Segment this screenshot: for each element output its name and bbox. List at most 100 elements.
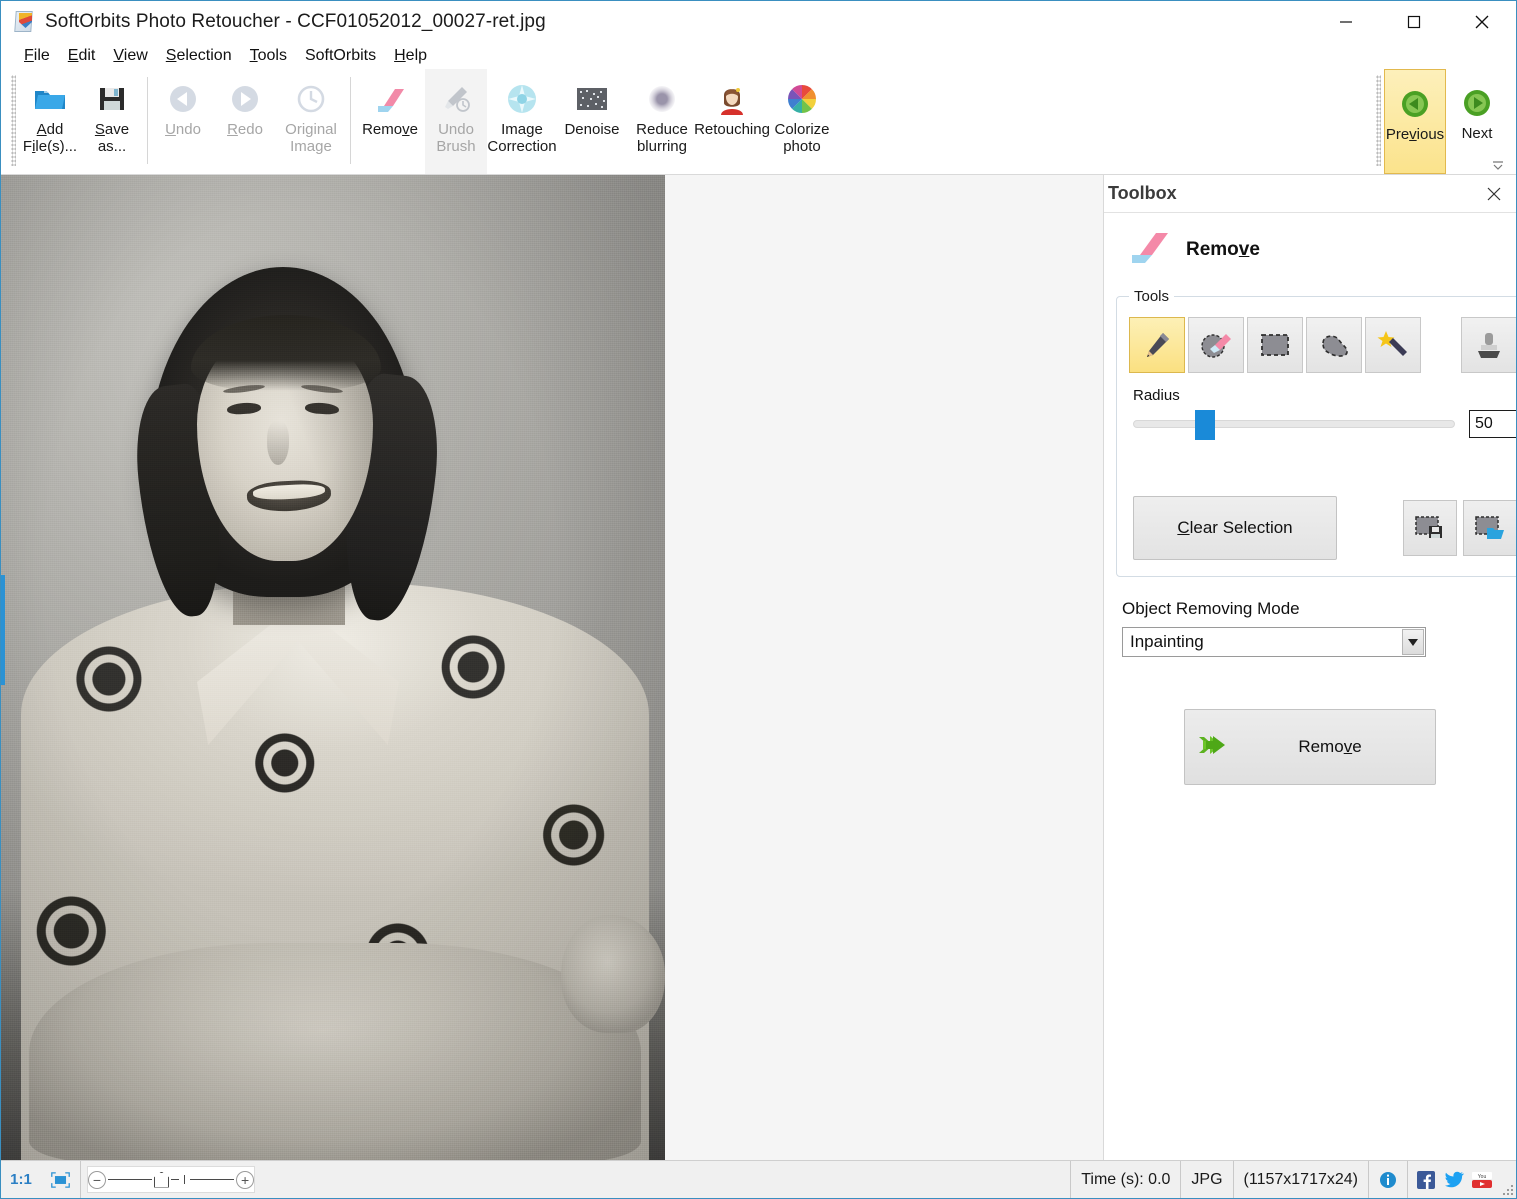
toolbar-label-redo: Redo <box>227 121 263 138</box>
zoom-track-mid <box>171 1179 180 1180</box>
close-button[interactable] <box>1448 1 1516 43</box>
toolbox-header: Toolbox <box>1104 175 1516 213</box>
zoom-tick <box>184 1175 186 1184</box>
minus-icon[interactable]: − <box>88 1170 106 1189</box>
zoom-ratio-button[interactable]: 1:1 <box>1 1161 41 1198</box>
floppy-disk-icon <box>97 79 127 119</box>
save-selection-icon[interactable] <box>1403 500 1457 556</box>
tools-group: Tools Radius 50 C lear Selection <box>1116 288 1516 577</box>
toolbar-label-undo-brush: Undo Brush <box>436 121 476 155</box>
tool-button-pencil[interactable] <box>1129 317 1185 373</box>
radius-value-input[interactable]: 50 <box>1469 410 1516 438</box>
toolbar-label-add-files: Add File(s)... <box>22 121 78 155</box>
toolbar-button-colorize-photo[interactable]: Colorize photo <box>767 69 837 174</box>
toolbox-body: Remove Tools Radius 50 C lear Selection … <box>1104 213 1516 1160</box>
toolbar-label-undo: Undo <box>165 121 201 138</box>
tool-button-rect-select[interactable] <box>1247 317 1303 373</box>
photo-image[interactable] <box>1 175 665 1160</box>
plus-icon[interactable]: + <box>236 1170 254 1189</box>
image-canvas[interactable] <box>1 175 1104 1160</box>
chevron-down-icon[interactable] <box>1402 629 1424 655</box>
radius-slider-row: 50 <box>1127 410 1516 440</box>
softorbits-logo-icon <box>13 10 37 34</box>
menu-item-selection[interactable]: Selection <box>157 46 241 66</box>
facebook-icon[interactable] <box>1415 1169 1437 1191</box>
brush-clock-icon <box>440 79 472 119</box>
main-area: Toolbox Remove Tools Radius 50 C lear Se… <box>1 175 1516 1160</box>
toolbar-button-retouching[interactable]: Retouching <box>694 69 770 174</box>
social-links: You <box>1408 1161 1500 1198</box>
toolbar-button-previous[interactable]: Previous <box>1384 69 1446 174</box>
toolbar-button-image-correction[interactable]: Image Correction <box>487 69 557 174</box>
remove-action-button[interactable]: Remove <box>1184 709 1436 785</box>
menu-item-tools[interactable]: Tools <box>241 46 296 66</box>
load-selection-icon[interactable] <box>1463 500 1516 556</box>
toolbar-separator <box>147 77 148 164</box>
zoom-track-left <box>107 1179 152 1180</box>
clock-history-icon <box>295 79 327 119</box>
object-removing-mode-select[interactable]: Inpainting <box>1122 627 1426 657</box>
status-format: JPG <box>1181 1161 1234 1198</box>
tool-button-magic-wand[interactable] <box>1365 317 1421 373</box>
toolbar-label-reduce-blurring: Reduce blurring <box>636 121 688 155</box>
navigation-drag-handle[interactable] <box>1376 75 1381 166</box>
toolbar-label-previous: Previous <box>1385 126 1445 143</box>
radius-slider[interactable] <box>1133 410 1455 440</box>
maximize-button[interactable] <box>1380 1 1448 43</box>
menu-item-help[interactable]: Help <box>385 46 436 66</box>
twitter-icon[interactable] <box>1443 1169 1465 1191</box>
tool-button-clone-stamp[interactable] <box>1461 317 1516 373</box>
toolbar-label-retouching: Retouching <box>694 121 770 138</box>
status-bar-right: Time (s): 0.0 JPG (1157x1717x24) You <box>1070 1161 1516 1198</box>
clear-selection-button[interactable]: Clear Selection <box>1133 496 1337 560</box>
toolbar-label-denoise: Denoise <box>564 121 620 138</box>
toolbar-drag-handle[interactable] <box>11 75 16 166</box>
close-icon[interactable] <box>1482 182 1506 206</box>
canvas-scroll-indicator[interactable] <box>1 575 5 685</box>
minimize-button[interactable] <box>1312 1 1380 43</box>
zoom-slider[interactable]: − + <box>87 1166 255 1193</box>
toolbar-button-redo[interactable]: Redo <box>214 69 276 174</box>
info-icon[interactable] <box>1369 1161 1408 1198</box>
toolbar-label-colorize-photo: Colorize photo <box>774 121 830 155</box>
radius-slider-thumb[interactable] <box>1194 410 1215 440</box>
color-wheel-icon <box>785 79 819 119</box>
home-thumb-icon[interactable] <box>153 1171 170 1188</box>
sparkle-star-icon <box>505 79 539 119</box>
menu-item-edit[interactable]: Edit <box>59 46 105 66</box>
selection-actions-row: Clear Selection <box>1127 496 1516 560</box>
toolbar-button-undo[interactable]: Undo <box>152 69 214 174</box>
toolbar-button-add-files[interactable]: Add File(s)... <box>19 69 81 174</box>
tool-button-lasso[interactable] <box>1306 317 1362 373</box>
tool-button-eraser[interactable] <box>1188 317 1244 373</box>
status-dimensions: (1157x1717x24) <box>1234 1161 1369 1198</box>
portrait-woman-icon <box>717 79 747 119</box>
green-right-arrow-icon <box>1461 83 1493 123</box>
open-folder-icon <box>32 79 68 119</box>
menu-item-file[interactable]: File <box>15 46 59 66</box>
menu-item-view[interactable]: View <box>104 46 156 66</box>
toolbar-button-original-image[interactable]: Original Image <box>276 69 346 174</box>
resize-grip[interactable] <box>1500 1161 1516 1198</box>
remove-action-label: Remove <box>1298 737 1362 756</box>
status-bar: 1:1 − + Time (s): 0.0 JPG (1157x1717x24) <box>1 1160 1516 1198</box>
toolbar-button-undo-brush[interactable]: Undo Brush <box>425 69 487 174</box>
menu-item-softorbits[interactable]: SoftOrbits <box>296 46 385 66</box>
ribbon-toolbar: Add File(s)... Save as... Undo Redo Orig… <box>1 69 1516 175</box>
object-removing-mode-value: Inpainting <box>1130 632 1204 651</box>
application-window: SoftOrbits Photo Retoucher - CCF01052012… <box>0 0 1517 1199</box>
redo-arrow-icon <box>229 79 261 119</box>
toolbar-button-denoise[interactable]: Denoise <box>557 69 627 174</box>
window-title: SoftOrbits Photo Retoucher - CCF01052012… <box>45 11 546 32</box>
youtube-icon[interactable]: You <box>1471 1169 1493 1191</box>
zoom-track-right <box>190 1179 235 1180</box>
toolbar-label-remove: Remove <box>362 121 418 138</box>
fit-to-screen-icon[interactable] <box>41 1161 81 1198</box>
toolbar-button-save-as[interactable]: Save as... <box>81 69 143 174</box>
ribbon-expander-icon[interactable] <box>1490 158 1506 172</box>
toolbar-button-remove[interactable]: Remove <box>355 69 425 174</box>
toolbar-button-reduce-blurring[interactable]: Reduce blurring <box>627 69 697 174</box>
tool-buttons-row <box>1127 315 1516 379</box>
eraser-icon <box>1126 227 1172 272</box>
eraser-icon <box>372 79 408 119</box>
